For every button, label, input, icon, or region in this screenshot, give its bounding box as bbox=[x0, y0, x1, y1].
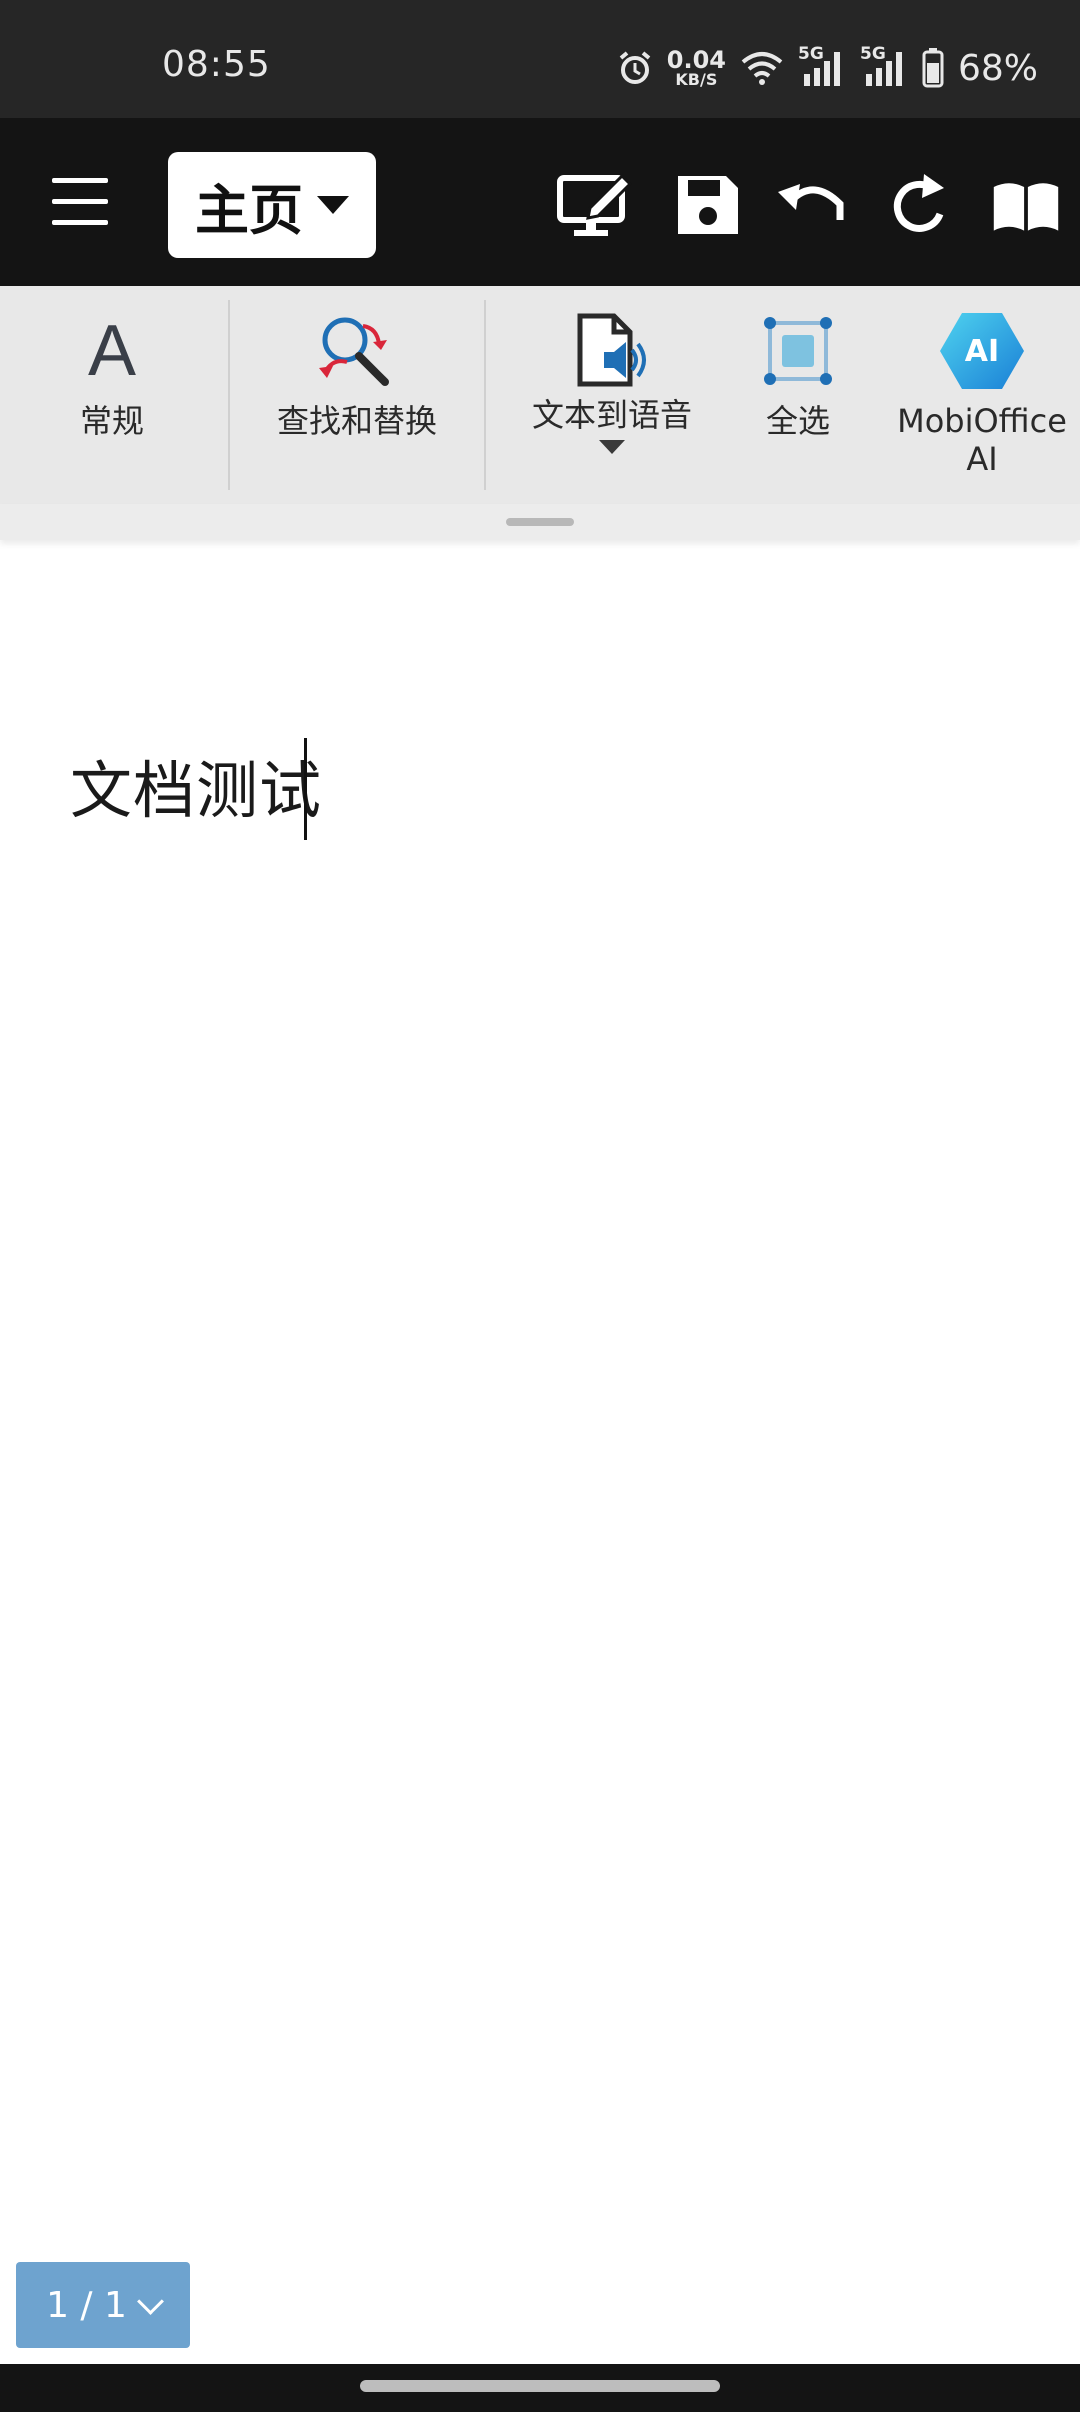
sim1-signal: 5G bbox=[798, 44, 846, 88]
ribbon-find-replace[interactable]: 查找和替换 bbox=[262, 286, 452, 504]
ribbon-label: 查找和替换 bbox=[276, 402, 437, 440]
caret-down-icon bbox=[599, 440, 625, 454]
ribbon-mobioffice-ai[interactable]: AI MobiOffice AI bbox=[884, 286, 1080, 504]
ribbon-text-to-speech[interactable]: 文本到语音 bbox=[520, 286, 704, 504]
signal-bars-icon bbox=[865, 52, 902, 86]
sim2-signal: 5G bbox=[860, 44, 908, 88]
ribbon-divider bbox=[484, 300, 486, 490]
ribbon: A 常规 查找和替换 文本到语音 全选 AI MobiOffice AI bbox=[0, 286, 1080, 504]
find-replace-icon bbox=[319, 317, 389, 386]
document-text[interactable]: 文档测试 bbox=[70, 740, 322, 830]
text-to-speech-icon bbox=[577, 313, 646, 387]
tab-dropdown[interactable]: 主页 bbox=[168, 152, 376, 258]
font-style-icon: A bbox=[87, 311, 137, 391]
select-all-icon bbox=[764, 317, 832, 385]
ribbon-label: MobiOffice AI bbox=[897, 402, 1067, 478]
net-speed-unit: KB/S bbox=[675, 70, 718, 89]
app-toolbar: 主页 bbox=[0, 118, 1080, 286]
system-nav-bar bbox=[0, 2364, 1080, 2412]
ribbon-label: 全选 bbox=[765, 402, 830, 440]
ribbon-resize-handle[interactable] bbox=[0, 504, 1080, 540]
menu-button[interactable] bbox=[48, 174, 112, 230]
screen-edit-icon[interactable] bbox=[556, 170, 632, 240]
text-cursor bbox=[304, 738, 307, 840]
page-indicator-label: 1 / 1 bbox=[46, 2284, 127, 2326]
status-time: 08:55 bbox=[162, 44, 271, 85]
chevron-down-icon bbox=[136, 2287, 164, 2315]
signal-bars-icon bbox=[803, 52, 840, 86]
read-mode-icon[interactable] bbox=[990, 170, 1062, 240]
ribbon-label: 常规 bbox=[79, 402, 144, 440]
ribbon-label: 文本到语音 bbox=[531, 396, 692, 434]
ribbon-select-all[interactable]: 全选 bbox=[736, 286, 860, 504]
battery-icon bbox=[922, 48, 944, 88]
battery-percent: 68% bbox=[957, 47, 1038, 89]
drag-grip-icon bbox=[506, 518, 574, 526]
page-indicator[interactable]: 1 / 1 bbox=[16, 2262, 190, 2348]
ai-icon-text: AI bbox=[964, 333, 1000, 369]
alarm-icon bbox=[619, 51, 651, 84]
ribbon-divider bbox=[228, 300, 230, 490]
ribbon-normal-style[interactable]: A 常规 bbox=[40, 286, 184, 504]
home-gesture-bar[interactable] bbox=[360, 2380, 720, 2392]
network-speed: 0.04 KB/S bbox=[667, 48, 726, 88]
net-speed-value: 0.04 bbox=[666, 46, 726, 74]
status-icons: 0.04 KB/S 5G 5G 68% bbox=[617, 40, 1038, 96]
status-bar: 08:55 0.04 KB/S 5G 5G 68% bbox=[0, 0, 1080, 118]
save-icon[interactable] bbox=[670, 170, 746, 240]
redo-icon[interactable] bbox=[880, 170, 956, 240]
wifi-icon bbox=[741, 52, 783, 85]
undo-icon[interactable] bbox=[774, 170, 850, 240]
caret-down-icon bbox=[317, 196, 349, 214]
tab-dropdown-label: 主页 bbox=[195, 178, 303, 242]
